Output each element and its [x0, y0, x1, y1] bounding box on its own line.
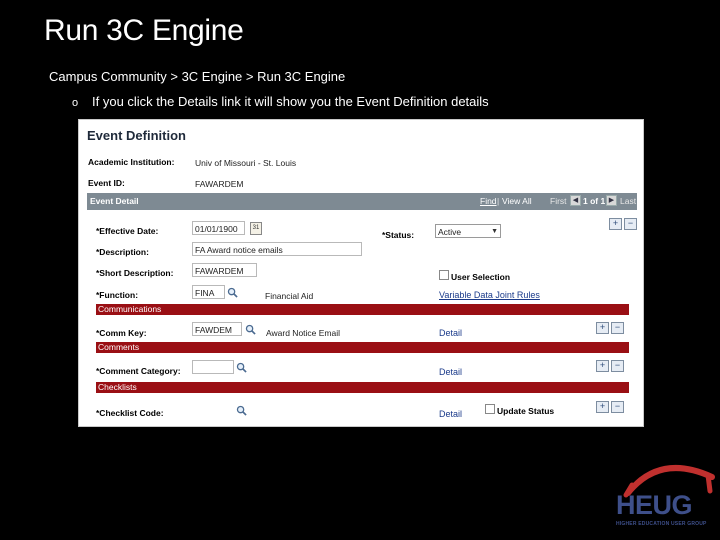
search-icon[interactable]: [245, 324, 256, 335]
function-input[interactable]: FINA: [192, 285, 225, 299]
user-selection-checkbox[interactable]: [439, 270, 449, 280]
effective-date-label: *Effective Date:: [96, 226, 159, 236]
bullet-marker: o: [72, 97, 79, 109]
last-link[interactable]: Last: [620, 196, 636, 206]
function-description: Financial Aid: [265, 291, 314, 301]
delete-row-icon[interactable]: −: [611, 322, 624, 334]
status-select[interactable]: Active ▼: [435, 224, 501, 238]
description-input[interactable]: FA Award notice emails: [192, 242, 362, 256]
add-row-icon[interactable]: +: [596, 322, 609, 334]
communications-detail-link[interactable]: Detail: [439, 328, 462, 338]
search-icon[interactable]: [236, 405, 247, 416]
checklists-bar: Checklists: [96, 382, 629, 393]
event-detail-bar: Event Detail Find | View All First ◀ 1 o…: [87, 193, 637, 210]
logo-subtitle: HIGHER EDUCATION USER GROUP: [616, 521, 707, 527]
comm-key-input[interactable]: FAWDEM: [192, 322, 242, 336]
calendar-icon[interactable]: 31: [250, 222, 262, 235]
user-selection-label: User Selection: [451, 272, 511, 282]
update-status-checkbox[interactable]: [485, 404, 495, 414]
event-id-label: Event ID:: [88, 178, 125, 188]
variable-data-joint-rules-link[interactable]: Variable Data Joint Rules: [439, 290, 540, 300]
next-arrow-icon[interactable]: ▶: [606, 195, 617, 206]
bullet-text: If you click the Details link it will sh…: [92, 94, 489, 109]
logo-text: HEUG: [616, 490, 693, 520]
add-row-icon[interactable]: +: [609, 218, 622, 230]
event-detail-title: Event Detail: [90, 196, 139, 206]
function-label: *Function:: [96, 290, 139, 300]
checklist-code-label: *Checklist Code:: [96, 408, 164, 418]
breadcrumb: Campus Community > 3C Engine > Run 3C En…: [49, 69, 346, 84]
panel-title: Event Definition: [87, 128, 186, 143]
comm-key-description: Award Notice Email: [266, 328, 341, 338]
checklists-detail-link[interactable]: Detail: [439, 409, 462, 419]
short-description-label: *Short Description:: [96, 268, 174, 278]
search-icon[interactable]: [236, 362, 247, 373]
academic-institution-value: Univ of Missouri - St. Louis: [195, 158, 297, 168]
search-icon[interactable]: [227, 287, 238, 298]
update-status-label: Update Status: [497, 406, 555, 416]
comment-category-label: *Comment Category:: [96, 366, 181, 376]
find-link[interactable]: Find: [480, 196, 497, 206]
previous-arrow-icon[interactable]: ◀: [570, 195, 581, 206]
chevron-down-icon: ▼: [491, 228, 498, 235]
add-row-icon[interactable]: +: [596, 360, 609, 372]
nav-separator: |: [497, 196, 500, 206]
event-definition-panel: Event Definition Academic Institution: U…: [78, 119, 644, 427]
add-row-icon[interactable]: +: [596, 401, 609, 413]
delete-row-icon[interactable]: −: [611, 401, 624, 413]
comments-bar: Comments: [96, 342, 629, 353]
effective-date-input[interactable]: 01/01/1900: [192, 221, 245, 235]
status-label: *Status:: [382, 230, 415, 240]
bullet-item: o If you click the Details link it will s…: [72, 94, 489, 109]
comment-category-input[interactable]: [192, 360, 234, 374]
row-range: 1 of 1: [583, 196, 606, 206]
view-all-link[interactable]: View All: [502, 196, 532, 206]
first-link[interactable]: First: [550, 196, 567, 206]
event-id-value: FAWARDEM: [195, 179, 244, 189]
academic-institution-label: Academic Institution:: [88, 157, 175, 167]
communications-bar: Communications: [96, 304, 629, 315]
comm-key-label: *Comm Key:: [96, 328, 147, 338]
status-value: Active: [438, 227, 462, 237]
delete-row-icon[interactable]: −: [611, 360, 624, 372]
delete-row-icon[interactable]: −: [624, 218, 637, 230]
comments-detail-link[interactable]: Detail: [439, 367, 462, 377]
short-description-input[interactable]: FAWARDEM: [192, 263, 257, 277]
description-label: *Description:: [96, 247, 149, 257]
slide-title: Run 3C Engine: [44, 14, 244, 47]
